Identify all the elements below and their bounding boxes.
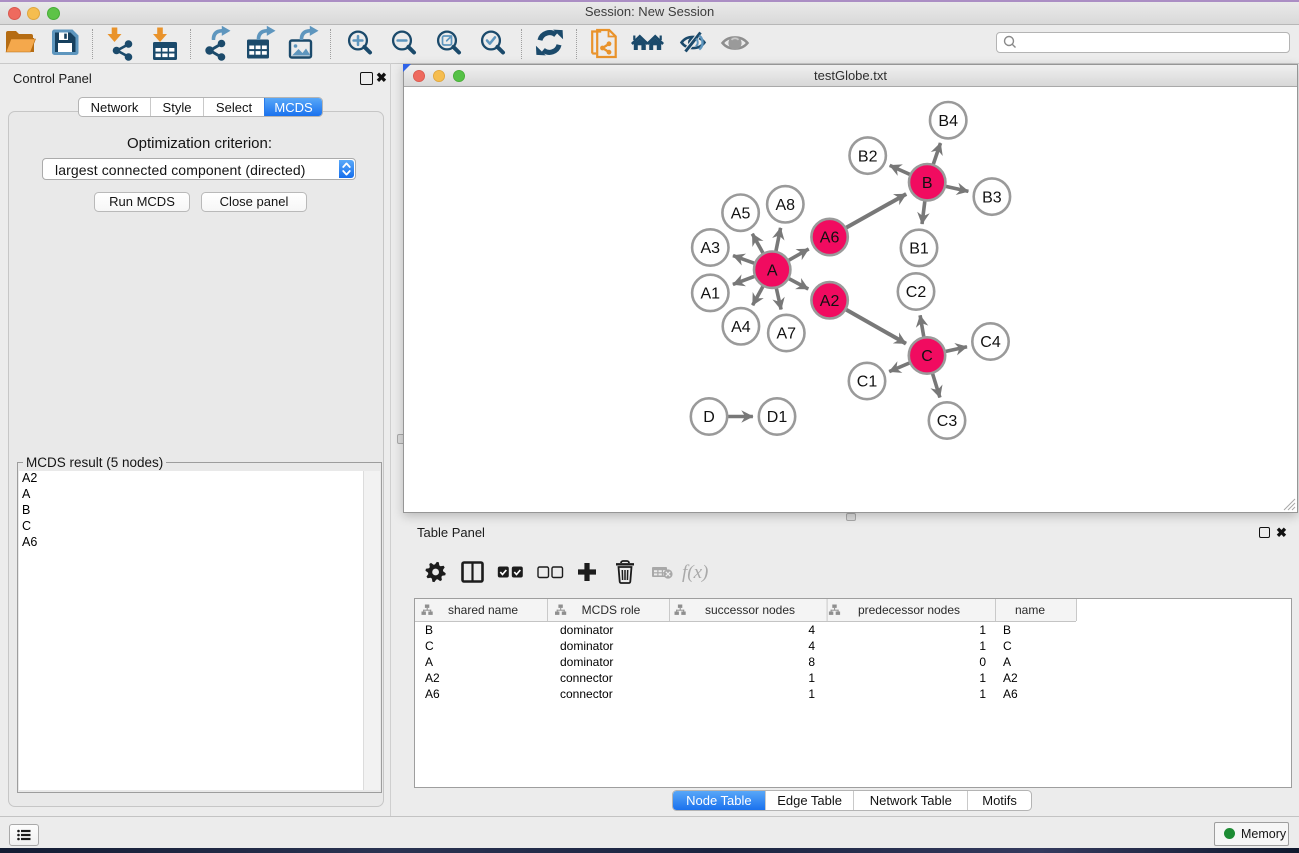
svg-text:A8: A8 [776, 197, 796, 214]
svg-text:A4: A4 [731, 319, 751, 336]
svg-text:C: C [921, 348, 933, 365]
svg-text:A5: A5 [731, 205, 751, 222]
svg-text:C2: C2 [906, 284, 927, 301]
svg-text:A7: A7 [777, 326, 797, 343]
svg-text:A6: A6 [820, 230, 840, 247]
svg-text:C4: C4 [980, 334, 1001, 351]
svg-text:A3: A3 [701, 240, 721, 257]
svg-text:B1: B1 [909, 241, 929, 258]
svg-text:A2: A2 [820, 293, 840, 310]
svg-text:C3: C3 [937, 413, 958, 430]
svg-text:B2: B2 [858, 148, 878, 165]
svg-text:B3: B3 [982, 189, 1002, 206]
svg-text:D: D [703, 409, 715, 426]
svg-text:A: A [767, 262, 778, 279]
svg-text:D1: D1 [767, 409, 788, 426]
svg-text:B4: B4 [938, 113, 958, 130]
svg-text:f(x): f(x) [682, 562, 708, 583]
svg-text:C1: C1 [857, 374, 878, 391]
svg-text:A1: A1 [701, 286, 721, 303]
svg-text:B: B [922, 175, 933, 192]
